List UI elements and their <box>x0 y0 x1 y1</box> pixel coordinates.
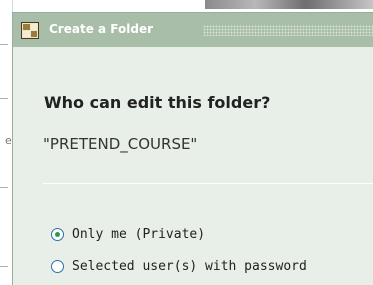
background-tick <box>0 266 8 267</box>
folder-name-label: "PRETEND_COURSE" <box>43 135 198 153</box>
titlebar-grip[interactable] <box>203 25 373 36</box>
option-label: Selected user(s) with password <box>72 258 307 274</box>
option-selected-users-password[interactable]: Selected user(s) with password <box>51 257 307 275</box>
permissions-heading: Who can edit this folder? <box>44 93 271 112</box>
radio-selected-users-password[interactable] <box>51 259 64 273</box>
folder-window-icon <box>21 22 39 39</box>
dialog-titlebar[interactable]: Create a Folder <box>13 13 373 47</box>
option-only-me-private[interactable]: Only me (Private) <box>51 225 205 243</box>
background-tick <box>0 44 8 45</box>
background-image-strip <box>205 0 373 9</box>
dialog-title: Create a Folder <box>49 22 154 36</box>
background-glyph: e <box>5 134 12 147</box>
section-divider <box>43 183 373 184</box>
background-tick <box>0 187 8 188</box>
radio-only-me-private[interactable] <box>51 227 64 241</box>
create-folder-dialog: Create a Folder Who can edit this folder… <box>12 12 373 285</box>
background-tick <box>0 98 8 99</box>
option-label: Only me (Private) <box>72 226 206 242</box>
